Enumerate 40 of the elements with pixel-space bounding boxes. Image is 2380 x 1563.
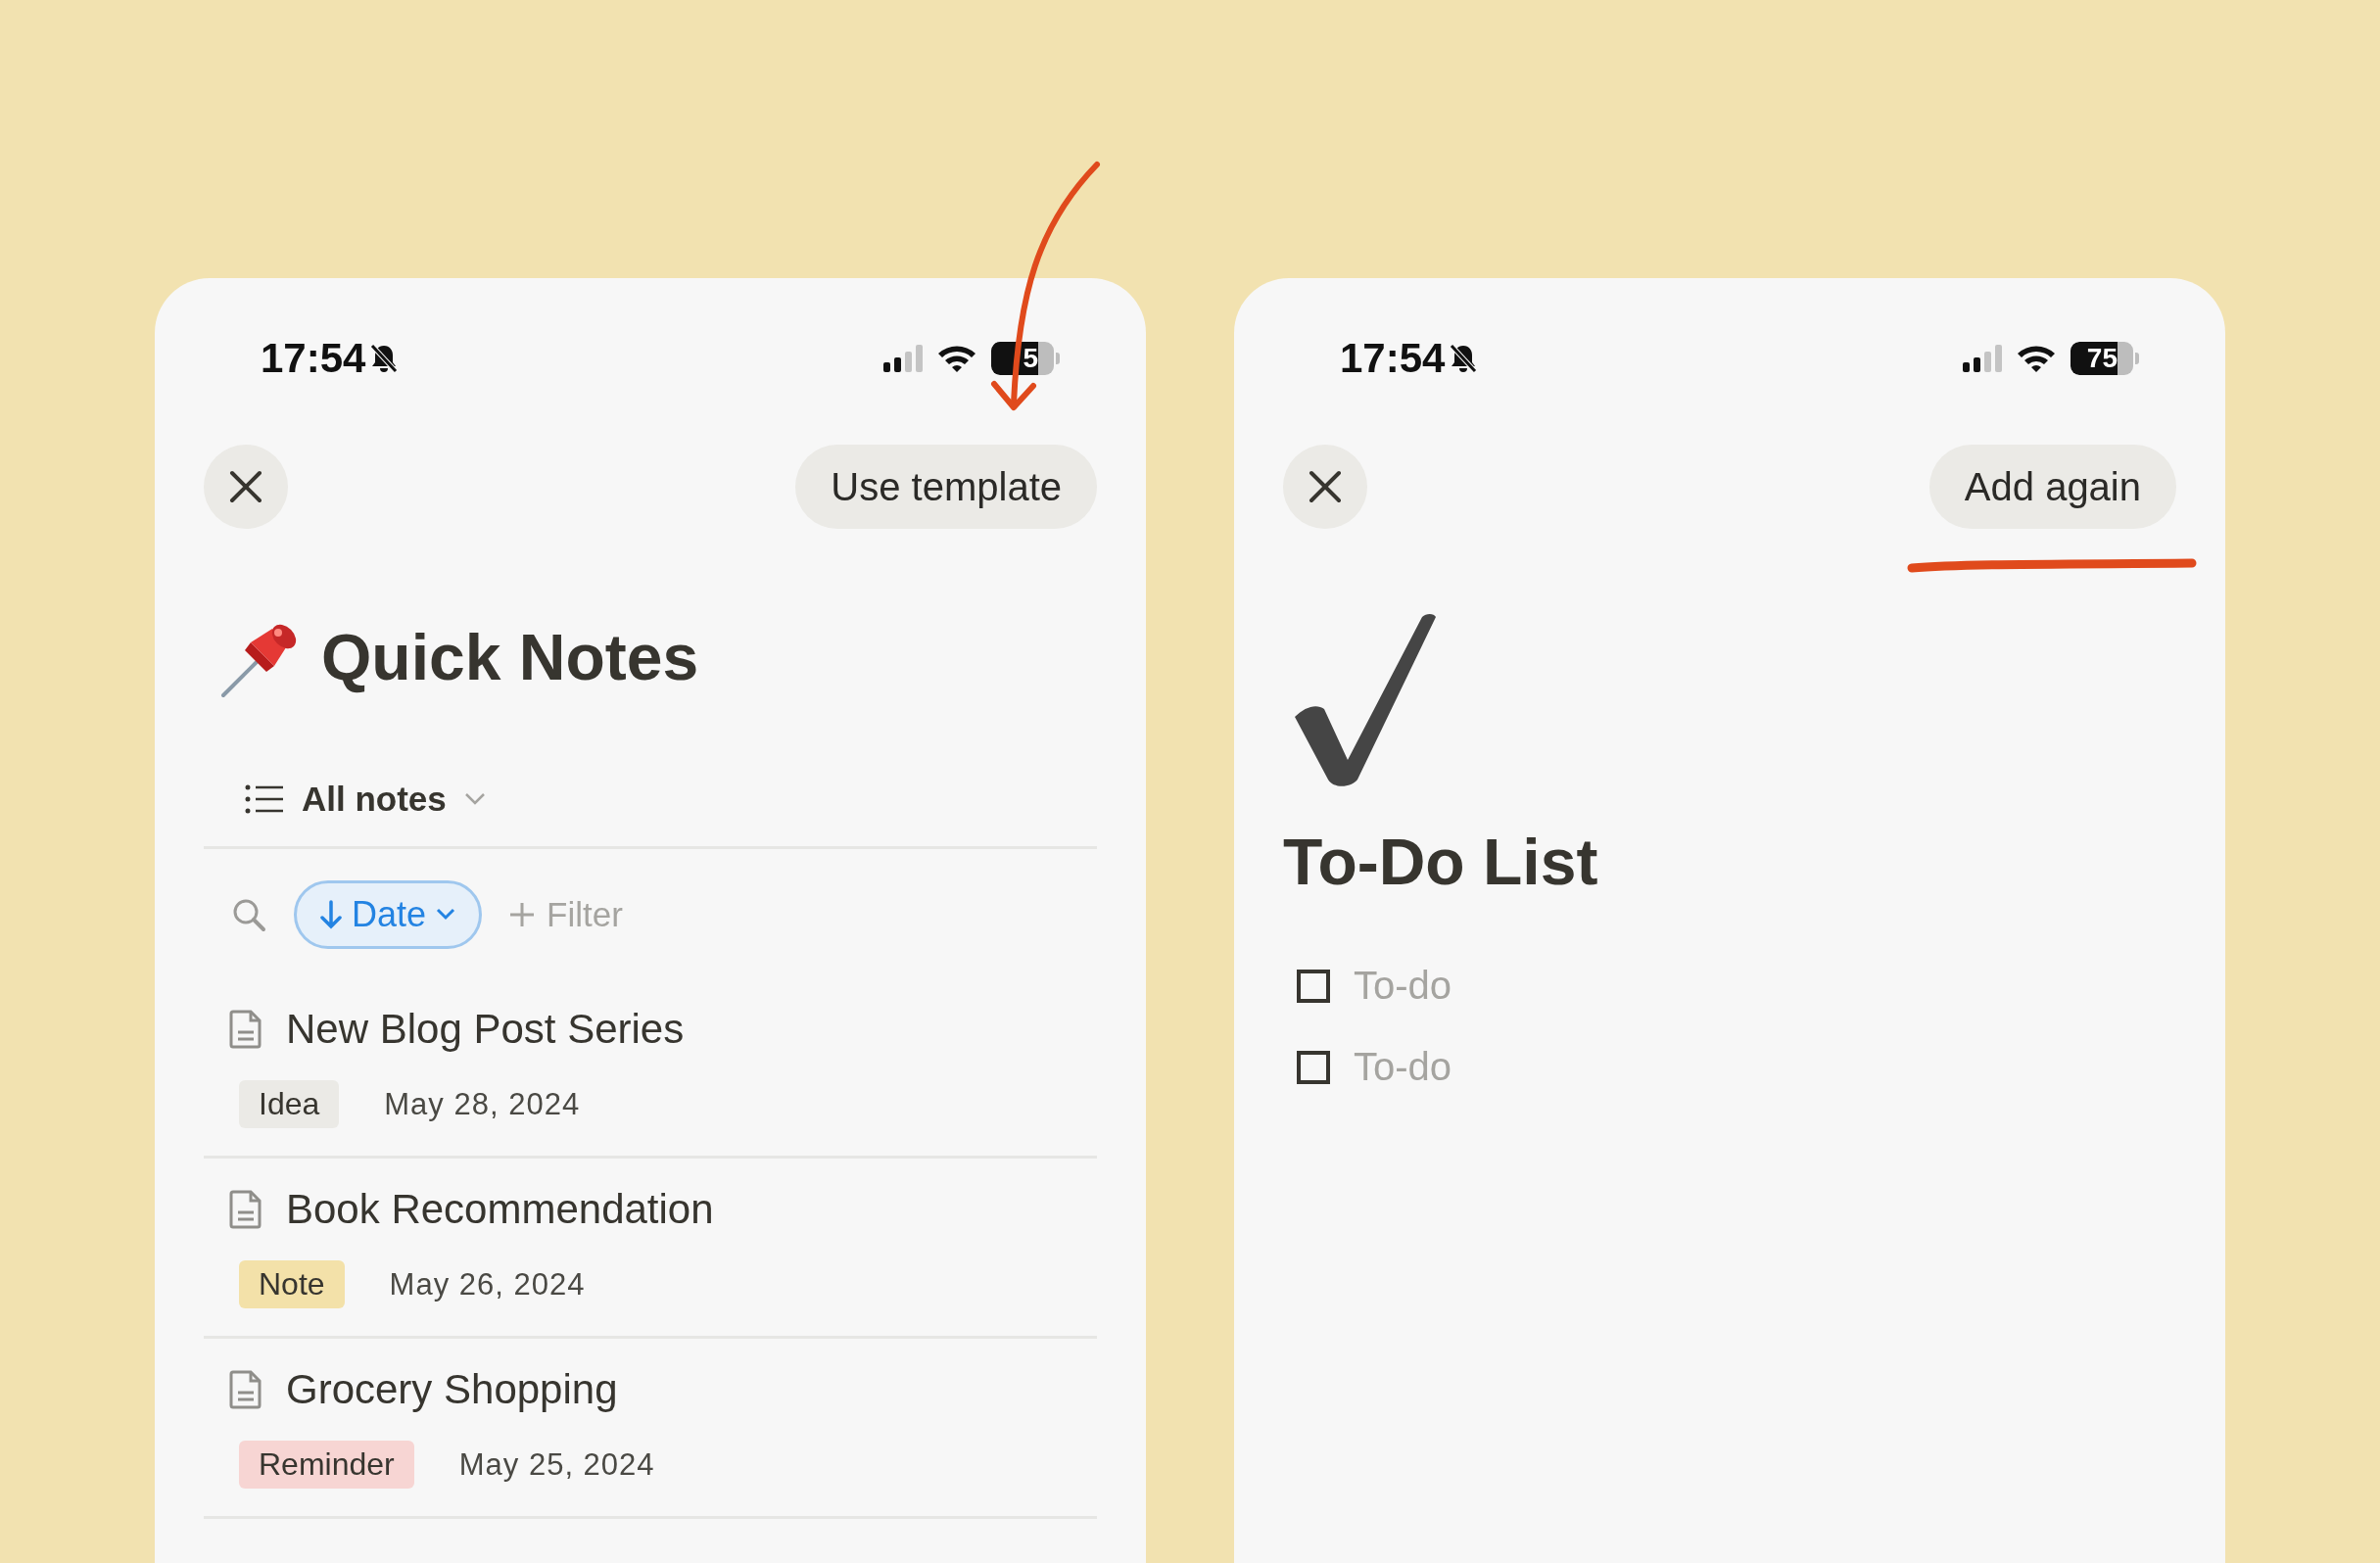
page-title: Quick Notes [321, 620, 699, 694]
arrow-down-icon [320, 900, 342, 929]
note-date: May 28, 2024 [384, 1086, 581, 1122]
note-date: May 25, 2024 [458, 1446, 655, 1483]
todo-text: To-do [1354, 964, 1452, 1008]
plus-icon [509, 902, 536, 927]
chevron-down-icon [463, 792, 486, 806]
tag: Note [239, 1260, 345, 1308]
note-title: New Blog Post Series [286, 1006, 685, 1053]
view-selector[interactable]: All notes [245, 780, 486, 819]
signal-icon [883, 345, 923, 372]
note-date: May 26, 2024 [389, 1266, 586, 1302]
action-button[interactable]: Use template [795, 445, 1097, 529]
note-row[interactable]: Book Recommendation Note May 26, 2024 [204, 1159, 1097, 1339]
chevron-down-icon [436, 908, 456, 922]
muted-bell-icon [1449, 343, 1479, 374]
document-icon [229, 1189, 262, 1230]
signal-icon [1963, 345, 2002, 372]
page-title: To-Do List [1283, 825, 1598, 899]
search-icon[interactable] [231, 897, 266, 932]
tag: Idea [239, 1080, 340, 1128]
document-icon [229, 1369, 262, 1410]
tag: Reminder [239, 1441, 414, 1489]
note-row[interactable]: New Blog Post Series Idea May 28, 2024 [204, 978, 1097, 1159]
note-title: Book Recommendation [286, 1186, 714, 1233]
checkbox[interactable] [1297, 1050, 1330, 1084]
checkbox[interactable] [1297, 969, 1330, 1003]
note-row[interactable]: Grocery Shopping Reminder May 25, 2024 [204, 1339, 1097, 1519]
muted-bell-icon [369, 343, 400, 374]
action-button[interactable]: Add again [1928, 445, 2176, 529]
list-icon [245, 784, 284, 814]
clock-time: 17:54 [261, 335, 366, 382]
close-icon [1307, 468, 1344, 505]
wifi-icon [2016, 344, 2057, 373]
todo-text: To-do [1354, 1045, 1452, 1089]
clock-time: 17:54 [1340, 335, 1446, 382]
wifi-icon [936, 344, 977, 373]
close-icon [227, 468, 264, 505]
document-icon [229, 1009, 262, 1050]
note-title: Grocery Shopping [286, 1366, 618, 1413]
